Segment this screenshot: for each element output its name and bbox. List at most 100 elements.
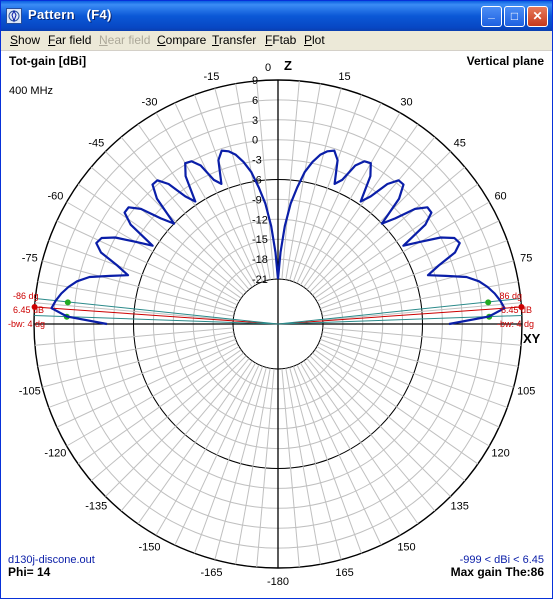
angle-label: 15 <box>338 71 350 83</box>
pattern-curve-left <box>50 149 280 326</box>
pattern-window: Pattern (F4) _ □ ✕ Show Far field Near f… <box>0 0 553 599</box>
maximize-button[interactable]: □ <box>504 6 525 27</box>
app-icon <box>6 8 22 24</box>
radial-tick-label: -15 <box>252 234 268 246</box>
menu-plot[interactable]: Plot <box>304 33 325 47</box>
menu-bar: Show Far field Near field Compare Transf… <box>1 31 552 51</box>
grid-spoke <box>309 355 451 497</box>
menu-show[interactable]: Show <box>10 33 40 47</box>
left-max-angle-label: -86 dg <box>13 291 39 301</box>
angle-label: 150 <box>397 542 415 554</box>
z-axis-label: Z <box>284 58 292 73</box>
angle-label: 120 <box>491 448 509 460</box>
angle-label: 105 <box>517 386 535 398</box>
angle-label: -150 <box>138 542 160 554</box>
beamwidth-marker <box>64 299 71 306</box>
menu-transfer[interactable]: Transfer <box>212 33 256 47</box>
angle-label: -120 <box>44 448 66 460</box>
xy-axis-label: XY <box>523 331 541 346</box>
window-title: Pattern (F4) <box>28 7 112 22</box>
grid-spoke <box>318 342 500 428</box>
grid-spoke <box>174 102 260 284</box>
beamwidth-marker <box>485 299 492 306</box>
phi-label: Phi= 14 <box>8 565 51 579</box>
angle-label: -180 <box>267 576 289 588</box>
radial-tick-label: -3 <box>252 155 262 167</box>
menu-near-field[interactable]: Near field <box>99 33 150 47</box>
close-icon: ✕ <box>532 9 543 23</box>
beam-line <box>34 306 279 325</box>
radial-tick-label: -9 <box>252 194 262 206</box>
grid-spoke <box>289 367 342 560</box>
angle-label: 0 <box>265 62 271 74</box>
grid-spoke <box>42 335 235 388</box>
plot-area: 9 6 3 0 -3 -6 -9 -12 -15 -18 -21 0 15 30 45 60 75 105 120… <box>1 51 552 598</box>
radial-tick-label: -18 <box>252 254 268 266</box>
radial-tick-label: 3 <box>252 115 258 127</box>
right-max-angle-label: 86 dg <box>499 291 522 301</box>
radial-tick-label: 0 <box>252 135 258 147</box>
grid-spoke <box>318 220 500 306</box>
grid-spoke <box>285 83 321 280</box>
grid-spoke <box>289 88 342 281</box>
angle-label: -105 <box>19 386 41 398</box>
angle-label: 75 <box>520 252 532 264</box>
menu-far-field[interactable]: Far field <box>48 33 91 47</box>
grid-spoke <box>90 352 244 482</box>
angle-label: -15 <box>204 71 220 83</box>
angle-label: 165 <box>335 567 353 579</box>
grid-spoke <box>235 368 271 565</box>
plane-label: Vertical plane <box>467 54 545 68</box>
angle-label: -165 <box>200 567 222 579</box>
grid-spoke <box>37 331 234 367</box>
grid-spoke <box>42 260 235 313</box>
angle-label: 60 <box>494 191 506 203</box>
grid-spoke <box>105 151 247 293</box>
grid-spoke <box>285 368 321 565</box>
radial-tick-label: 6 <box>252 95 258 107</box>
radial-tick-label: -21 <box>252 274 268 286</box>
grid-spoke <box>120 136 250 290</box>
grid-spoke <box>214 367 267 560</box>
grid-spoke <box>321 335 514 388</box>
grid-spoke <box>312 352 466 482</box>
angle-labels: 01530456075105120135150165-180-165-150-1… <box>19 62 536 588</box>
right-max-gain-label: 6.45 dB <box>501 305 532 315</box>
title-bar[interactable]: Pattern (F4) _ □ ✕ <box>1 1 552 31</box>
grid-spoke <box>306 358 436 512</box>
grid-spoke <box>56 342 238 428</box>
angle-label: -75 <box>22 252 38 264</box>
beam-line <box>277 306 522 325</box>
grid-spoke <box>306 136 436 290</box>
angle-label: -45 <box>88 137 104 149</box>
radial-tick-label: 9 <box>252 75 258 87</box>
grid-spoke <box>105 355 247 497</box>
grid-spoke <box>322 331 519 367</box>
radial-tick-label: -12 <box>252 214 268 226</box>
maximize-icon: □ <box>510 9 519 23</box>
left-max-gain-label: 6.45 dB <box>13 305 44 315</box>
angle-label: 45 <box>454 137 466 149</box>
close-button[interactable]: ✕ <box>527 6 548 27</box>
minimize-button[interactable]: _ <box>481 6 502 27</box>
gain-unit-label: Tot-gain [dBi] <box>9 54 86 68</box>
grid-spoke <box>120 358 250 512</box>
grid-spoke <box>296 102 382 284</box>
frequency-label: 400 MHz <box>9 85 53 97</box>
minimize-icon: _ <box>488 6 495 20</box>
grid-spoke <box>56 220 238 306</box>
polar-chart: 9630-3-6-9-12-15-18-21 01530456075105120… <box>8 54 545 588</box>
max-gain-label: Max gain The:86 <box>451 565 545 579</box>
grid-spoke <box>321 260 514 313</box>
menu-fftab[interactable]: FFtab <box>265 33 296 47</box>
right-beamwidth-label: -bw: 4 dg <box>497 319 534 329</box>
left-beamwidth-label: -bw: 4 dg <box>8 319 45 329</box>
grid-spoke <box>309 151 451 293</box>
angle-label: -60 <box>47 191 63 203</box>
angle-label: 30 <box>400 96 412 108</box>
pattern-curve-right <box>276 149 506 326</box>
angle-label: 135 <box>451 501 469 513</box>
menu-compare[interactable]: Compare <box>157 33 206 47</box>
angle-label: -30 <box>142 96 158 108</box>
angle-label: -135 <box>85 501 107 513</box>
